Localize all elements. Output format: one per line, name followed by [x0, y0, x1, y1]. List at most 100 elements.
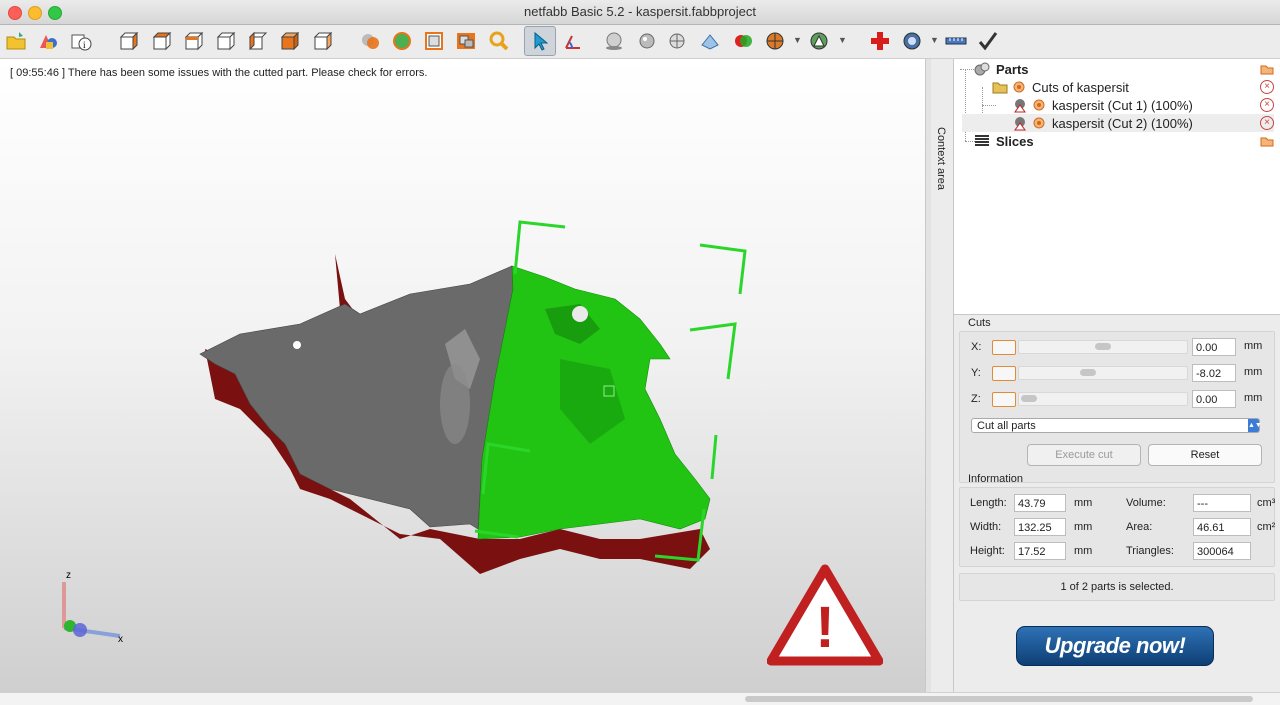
eye-icon[interactable]	[1032, 116, 1046, 130]
eye-icon[interactable]	[1032, 98, 1046, 112]
cut-x-slider[interactable]	[1018, 340, 1188, 354]
cut-y-slider[interactable]	[1018, 366, 1188, 380]
open-icon[interactable]	[4, 29, 28, 53]
parts-tree[interactable]: Parts Cuts of kaspersit kaspersit (Cut 1…	[954, 59, 1280, 315]
length-label: Length:	[970, 497, 1007, 509]
width-unit: mm	[1074, 521, 1093, 533]
cut-icon[interactable]	[390, 29, 414, 53]
layout-icon[interactable]	[454, 29, 478, 53]
cut-x-toggle[interactable]	[992, 340, 1016, 355]
texture-dropdown-icon[interactable]: ▼	[793, 35, 802, 45]
cut-y-slider-thumb[interactable]	[1080, 369, 1096, 376]
camera-icon[interactable]	[900, 29, 924, 53]
zoom-window-button[interactable]	[48, 6, 62, 20]
cut-x-unit: mm	[1244, 340, 1263, 352]
execute-cut-button[interactable]: Execute cut	[1027, 444, 1141, 466]
mesh-icon[interactable]	[665, 29, 689, 53]
context-area-strip[interactable]: Context area	[931, 59, 954, 692]
view-bottom-icon[interactable]	[277, 29, 301, 53]
view-right-icon[interactable]	[213, 29, 237, 53]
reset-button[interactable]: Reset	[1148, 444, 1262, 466]
upgrade-button[interactable]: Upgrade now!	[1016, 626, 1214, 666]
tree-cut1-label: kaspersit (Cut 1) (100%)	[1052, 97, 1193, 113]
camera-dropdown-icon[interactable]: ▼	[930, 35, 939, 45]
cut-mode-select[interactable]: Cut all parts ▲▼	[971, 418, 1262, 433]
volume-unit: cm³	[1257, 497, 1276, 509]
rotate-icon[interactable]	[561, 29, 585, 53]
ruler-icon[interactable]	[944, 29, 968, 53]
plus-repair-icon[interactable]	[868, 29, 892, 53]
repair-icon[interactable]	[358, 29, 382, 53]
height-unit: mm	[1074, 545, 1093, 557]
tree-slices-row[interactable]: Slices	[974, 132, 1034, 150]
remove-cut1-button[interactable]: ×	[1260, 98, 1274, 112]
part-info-icon[interactable]: i	[69, 29, 93, 53]
info-group: Length: 43.79 mm Volume: --- cm³ Width: …	[959, 487, 1275, 567]
cut-x-slider-thumb[interactable]	[1095, 343, 1111, 350]
tree-group-row[interactable]: Cuts of kaspersit	[992, 78, 1129, 96]
tree-cut1-row[interactable]: kaspersit (Cut 1) (100%)	[1012, 96, 1193, 114]
slices-add-icon[interactable]	[1260, 135, 1274, 147]
cut-z-slider-thumb[interactable]	[1021, 395, 1037, 402]
cut-z-unit: mm	[1244, 392, 1263, 404]
view-iso-icon[interactable]	[310, 29, 334, 53]
part-warning-icon	[1014, 99, 1026, 113]
cuts-title: Cuts	[968, 317, 991, 329]
tree-parts-row[interactable]: Parts	[974, 60, 1029, 78]
width-value: 132.25	[1014, 518, 1066, 536]
analysis-icon[interactable]	[807, 29, 831, 53]
remove-group-button[interactable]: ×	[1260, 80, 1274, 94]
tree-slices-label: Slices	[996, 133, 1034, 149]
close-window-button[interactable]	[8, 6, 22, 20]
add-part-icon[interactable]	[36, 29, 60, 53]
parts-icon	[974, 62, 990, 76]
window-title: netfabb Basic 5.2 - kaspersit.fabbprojec…	[524, 4, 756, 19]
analysis-dropdown-icon[interactable]: ▼	[838, 35, 847, 45]
area-unit: cm²	[1257, 521, 1276, 533]
area-value: 46.61	[1193, 518, 1251, 536]
select-icon[interactable]	[524, 26, 556, 56]
minimize-window-button[interactable]	[28, 6, 42, 20]
cut-z-label: Z:	[971, 393, 981, 405]
folder-add-icon[interactable]	[1260, 63, 1274, 75]
texture-icon[interactable]	[763, 29, 787, 53]
cut-mode-value: Cut all parts	[977, 420, 1036, 432]
cut-y-unit: mm	[1244, 366, 1263, 378]
shaded-icon[interactable]	[635, 29, 659, 53]
axis-z-label: z	[66, 570, 71, 581]
cut-x-label: X:	[971, 341, 982, 353]
context-area-label: Context area	[935, 127, 947, 190]
warning-icon[interactable]: !	[767, 563, 883, 667]
horizontal-scrollbar-thumb[interactable]	[745, 696, 1253, 702]
cut-y-input[interactable]: -8.02	[1192, 364, 1236, 382]
horizontal-scrollbar[interactable]	[0, 692, 1280, 705]
axis-x-label: x	[118, 634, 123, 645]
selection-status-text: 1 of 2 parts is selected.	[1060, 581, 1174, 593]
measure-icon[interactable]	[422, 29, 446, 53]
title-bar: netfabb Basic 5.2 - kaspersit.fabbprojec…	[0, 0, 1280, 25]
tree-cut2-label: kaspersit (Cut 2) (100%)	[1052, 115, 1193, 131]
cuts-group: X: 0.00 mm Y: -8.02 mm Z: 0.00 mm Cut al…	[959, 331, 1275, 483]
cut-z-slider[interactable]	[1018, 392, 1188, 406]
view-top-icon[interactable]	[245, 29, 269, 53]
view-front-icon[interactable]	[116, 29, 140, 53]
warning-glyph: !	[815, 595, 834, 660]
view-back-icon[interactable]	[149, 29, 173, 53]
zoom-icon[interactable]	[487, 29, 511, 53]
sphere-icon[interactable]	[602, 29, 626, 53]
apply-icon[interactable]	[976, 29, 1000, 53]
cut-z-input[interactable]: 0.00	[1192, 390, 1236, 408]
height-value: 17.52	[1014, 542, 1066, 560]
cut-y-toggle[interactable]	[992, 366, 1016, 381]
cut-z-toggle[interactable]	[992, 392, 1016, 407]
wireframe-icon[interactable]	[698, 29, 722, 53]
3d-viewport[interactable]: [ 09:55:46 ] There has been some issues …	[0, 59, 925, 692]
view-left-icon[interactable]	[181, 29, 205, 53]
length-unit: mm	[1074, 497, 1093, 509]
cut-x-input[interactable]: 0.00	[1192, 338, 1236, 356]
eye-icon[interactable]	[1012, 80, 1026, 94]
color-icon[interactable]	[731, 29, 755, 53]
remove-cut2-button[interactable]: ×	[1260, 116, 1274, 130]
triangles-label: Triangles:	[1126, 545, 1174, 557]
tree-cut2-row[interactable]: kaspersit (Cut 2) (100%)	[962, 114, 1274, 132]
